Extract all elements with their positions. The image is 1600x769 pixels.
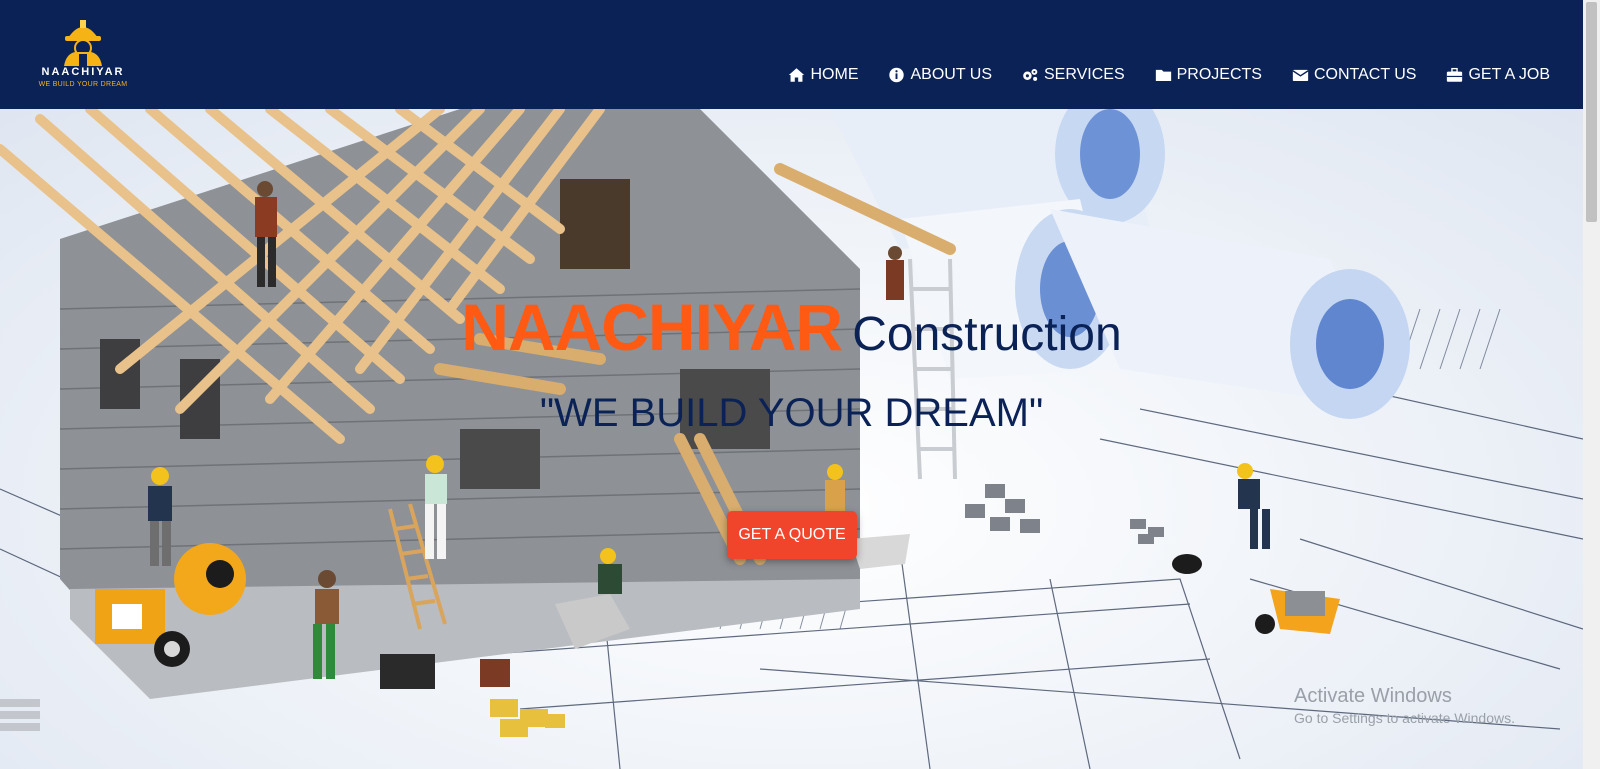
hero-subtitle: "WE BUILD YOUR DREAM" bbox=[539, 391, 1044, 435]
home-icon bbox=[789, 68, 805, 82]
hero-title: NAACHIYAR Construction bbox=[0, 294, 1583, 360]
nav-services[interactable]: SERVICES bbox=[1022, 66, 1125, 84]
vertical-scrollbar[interactable] bbox=[1583, 0, 1600, 769]
nav-about-us-label: ABOUT US bbox=[910, 66, 992, 83]
scrollbar-thumb[interactable] bbox=[1586, 2, 1597, 222]
nav-projects-label: PROJECTS bbox=[1176, 66, 1262, 83]
logo-tagline: WE BUILD YOUR DREAM bbox=[38, 81, 128, 88]
envelope-icon bbox=[1292, 69, 1309, 81]
nav-about-us[interactable]: ABOUT US bbox=[888, 66, 992, 84]
folder-icon bbox=[1155, 69, 1171, 81]
nav-home-label: HOME bbox=[810, 66, 859, 83]
site-header: NAACHIYAR WE BUILD YOUR DREAM HOME ABOUT… bbox=[0, 0, 1583, 109]
nav-contact-us[interactable]: CONTACT US bbox=[1292, 66, 1417, 84]
gears-icon bbox=[1023, 68, 1038, 81]
main-nav: HOME ABOUT US SERVICES PROJECTS CONTACT … bbox=[788, 66, 1550, 84]
nav-get-a-job-label: GET A JOB bbox=[1468, 66, 1550, 83]
nav-get-a-job[interactable]: GET A JOB bbox=[1446, 66, 1550, 84]
logo-wordmark: NAACHIYAR bbox=[41, 66, 125, 78]
hero-background-illustration bbox=[0, 109, 1583, 769]
page: NAACHIYAR WE BUILD YOUR DREAM HOME ABOUT… bbox=[0, 0, 1583, 769]
get-a-quote-button[interactable]: GET A QUOTE bbox=[727, 511, 857, 559]
helmet-worker-icon bbox=[64, 20, 102, 66]
info-circle-icon bbox=[889, 67, 905, 83]
activate-windows-title: Activate Windows bbox=[1294, 685, 1452, 707]
activate-windows-subtitle: Go to Settings to activate Windows. bbox=[1294, 710, 1515, 726]
nav-services-label: SERVICES bbox=[1043, 66, 1125, 83]
hero-title-rest: Construction bbox=[852, 308, 1122, 361]
nav-projects[interactable]: PROJECTS bbox=[1155, 66, 1262, 84]
nav-contact-us-label: CONTACT US bbox=[1313, 66, 1417, 83]
site-logo[interactable]: NAACHIYAR WE BUILD YOUR DREAM bbox=[28, 14, 138, 94]
hero-title-brand: NAACHIYAR bbox=[461, 290, 843, 364]
nav-home[interactable]: HOME bbox=[788, 66, 858, 84]
hero-section: NAACHIYAR Construction "WE BUILD YOUR DRE… bbox=[0, 109, 1583, 769]
briefcase-icon bbox=[1447, 67, 1463, 82]
